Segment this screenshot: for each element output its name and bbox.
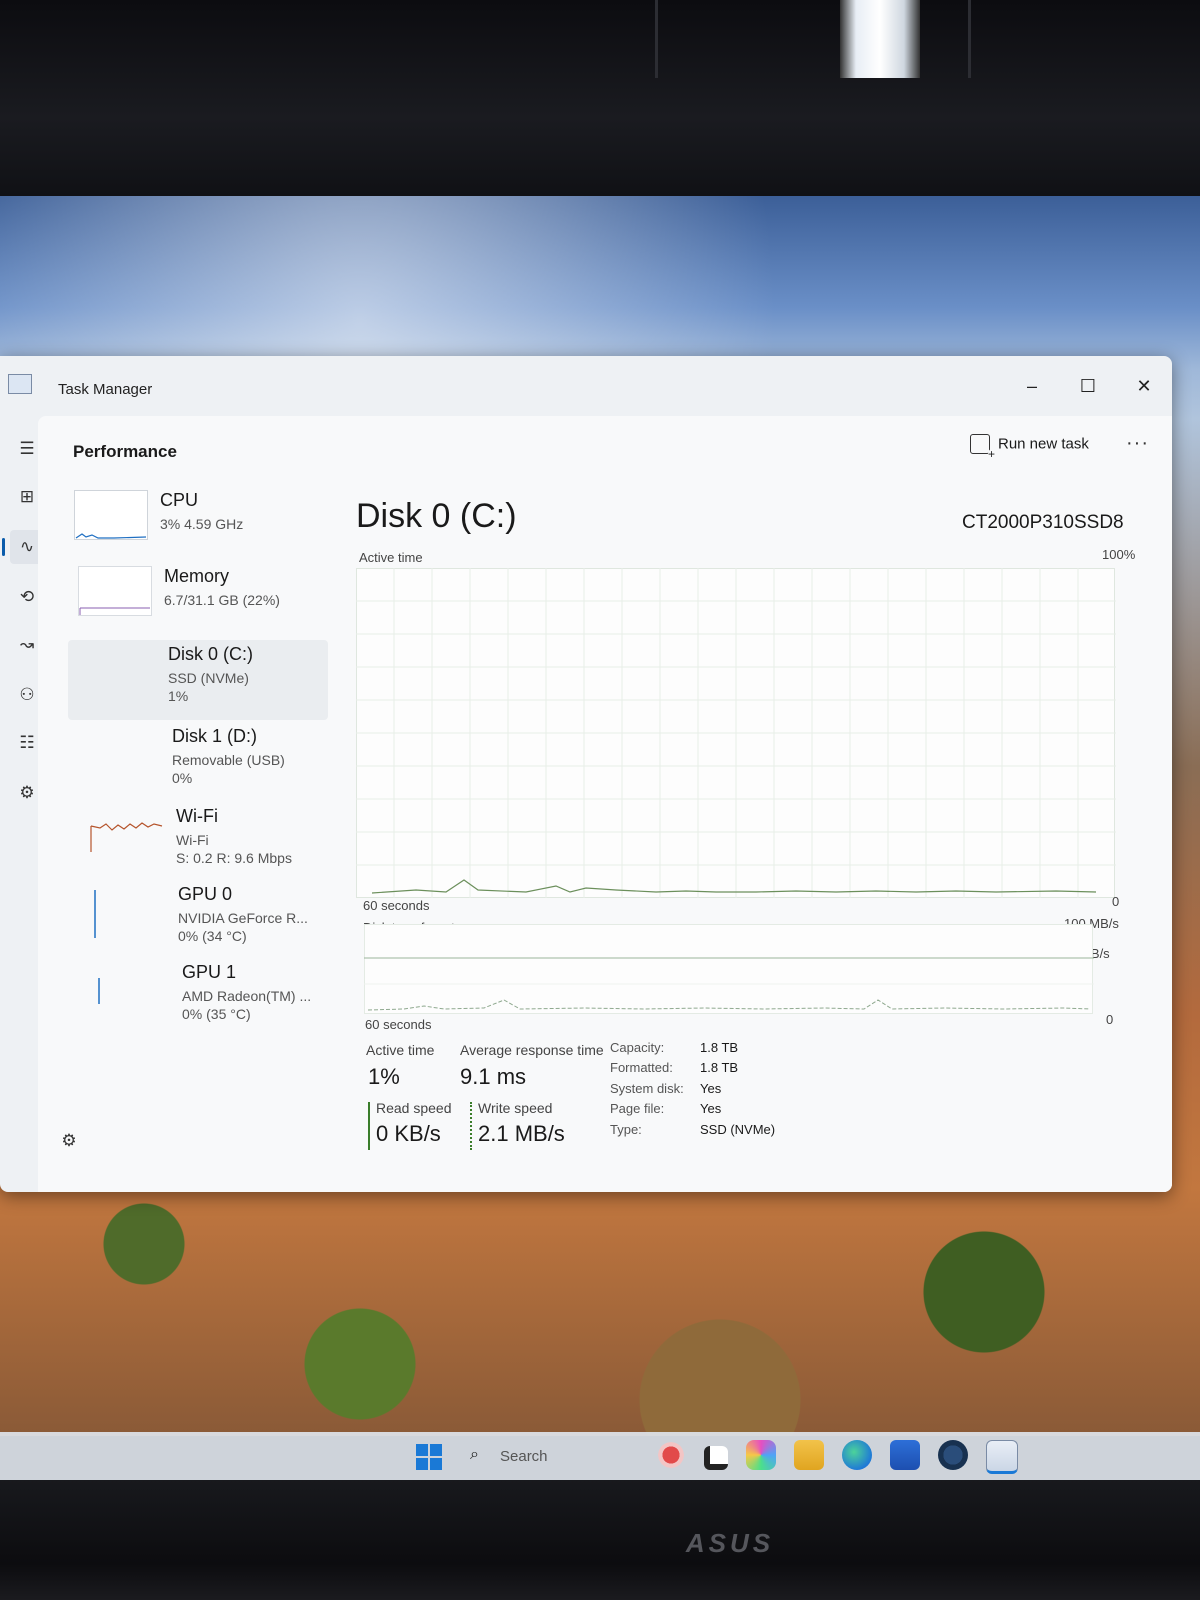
search-icon: ⌕	[470, 1446, 479, 1463]
run-task-icon	[970, 434, 996, 460]
property-key: Type:	[610, 1122, 642, 1137]
property-key: Capacity:	[610, 1040, 665, 1055]
write-speed-indicator	[470, 1102, 472, 1150]
task-manager-window: Task Manager – ☐ ✕ ☰ ⊞ ∿ ⟲ ↝ ⚇ ☷ ⚙ Perfo…	[0, 356, 1172, 1192]
page-title: Performance	[73, 442, 177, 461]
steam-icon[interactable]	[938, 1440, 968, 1470]
background-light	[840, 0, 920, 78]
device-detail: AMD Radeon(TM) ...	[182, 988, 312, 1004]
monitor-top-bezel	[0, 0, 1200, 196]
property-value: SSD (NVMe)	[700, 1122, 776, 1137]
device-item-memory[interactable]: Memory 6.7/31.1 GB (22%)	[68, 562, 328, 634]
minimize-button[interactable]: –	[1012, 370, 1052, 402]
edge-browser-icon[interactable]	[842, 1440, 872, 1470]
wallpaper-foliage	[0, 1196, 1200, 1436]
wifi-thumbnail-graph	[90, 822, 163, 852]
active-time-graph	[356, 568, 1116, 898]
transfer-min-label: 0	[1106, 1012, 1114, 1027]
property-value: 1.8 TB	[700, 1040, 739, 1055]
title-bar[interactable]: Task Manager – ☐ ✕	[0, 356, 1172, 416]
device-item-wifi[interactable]: Wi-Fi Wi-Fi S: 0.2 R: 9.6 Mbps	[68, 802, 328, 882]
taskbar-search[interactable]: ⌕ Search	[460, 1440, 630, 1472]
app-l-icon[interactable]	[704, 1446, 728, 1470]
device-name: Disk 1 (D:)	[172, 726, 257, 746]
device-item-gpu1[interactable]: GPU 1 AMD Radeon(TM) ... 0% (35 °C)	[68, 958, 328, 1038]
device-name: GPU 1	[182, 962, 237, 982]
active-time-stat-label: Active time	[366, 1042, 435, 1058]
device-name: GPU 0	[178, 884, 233, 904]
more-options-icon[interactable]: ···	[1126, 432, 1149, 455]
active-time-max-label: 100%	[1102, 547, 1136, 562]
active-nav-indicator	[2, 538, 5, 556]
device-usage: 1%	[168, 688, 189, 704]
property-key: System disk:	[610, 1081, 684, 1096]
device-item-gpu0[interactable]: GPU 0 NVIDIA GeForce R... 0% (34 °C)	[68, 880, 328, 960]
memory-thumbnail-graph	[78, 566, 152, 616]
device-name: Wi-Fi	[176, 806, 218, 826]
device-detail: 3% 4.59 GHz	[160, 516, 244, 532]
task-manager-taskbar-icon[interactable]	[986, 1440, 1018, 1474]
transfer-rate-graph	[364, 924, 1094, 1014]
start-button-windows-icon[interactable]	[416, 1444, 442, 1470]
device-name: CPU	[160, 490, 199, 510]
device-detail: SSD (NVMe)	[168, 670, 249, 686]
run-new-task-label: Run new task	[998, 435, 1089, 453]
device-item-disk1[interactable]: Disk 1 (D:) Removable (USB) 0%	[68, 722, 328, 802]
gpu0-thumbnail-graph	[94, 890, 96, 938]
seconds-label-2: 60 seconds	[365, 1017, 432, 1032]
search-placeholder: Search	[500, 1448, 548, 1465]
disk0-thumbnail-graph	[80, 644, 154, 694]
write-speed-value: 2.1 MB/s	[478, 1121, 565, 1146]
device-item-disk0[interactable]: Disk 0 (C:) SSD (NVMe) 1%	[68, 640, 328, 720]
device-usage: 0%	[172, 770, 193, 786]
property-value: Yes	[700, 1101, 722, 1116]
write-speed-label: Write speed	[478, 1100, 553, 1116]
active-time-stat-value: 1%	[368, 1064, 400, 1089]
device-detail: Removable (USB)	[172, 752, 285, 768]
maximize-button[interactable]: ☐	[1068, 370, 1108, 402]
monitor-bottom-bezel	[0, 1480, 1200, 1600]
device-usage: 0% (35 °C)	[182, 1006, 251, 1022]
widgets-flower-icon[interactable]	[656, 1440, 686, 1470]
settings-gear-icon[interactable]: ⚙	[52, 1124, 86, 1158]
device-detail: 6.7/31.1 GB (22%)	[164, 592, 280, 608]
taskbar-apps	[656, 1440, 1018, 1474]
active-time-min-label: 0	[1112, 894, 1120, 909]
active-time-graph-label: Active time	[359, 550, 423, 565]
task-manager-app-icon	[8, 374, 32, 394]
close-button[interactable]: ✕	[1124, 370, 1164, 402]
run-new-task-button[interactable]: Run new task	[970, 434, 1089, 466]
background-window-frame	[655, 0, 971, 78]
read-speed-label: Read speed	[376, 1100, 452, 1116]
property-key: Page file:	[610, 1101, 665, 1116]
gpu1-thumbnail-graph	[98, 978, 100, 1004]
seconds-label-1: 60 seconds	[363, 898, 430, 913]
avg-response-value: 9.1 ms	[460, 1064, 527, 1089]
device-detail: NVIDIA GeForce R...	[178, 910, 308, 926]
device-usage: 0% (34 °C)	[178, 928, 247, 944]
device-name: Memory	[164, 566, 230, 586]
avg-response-label: Average response time	[460, 1042, 604, 1058]
disk-model: CT2000P310SSD8	[962, 512, 1124, 533]
property-key: Formatted:	[610, 1060, 673, 1075]
property-value: Yes	[700, 1081, 722, 1096]
device-usage: S: 0.2 R: 9.6 Mbps	[176, 850, 292, 866]
cpu-thumbnail-graph	[74, 490, 148, 540]
microsoft-store-icon[interactable]	[890, 1440, 920, 1470]
asus-logo: ASUS	[685, 1528, 775, 1558]
copilot-icon[interactable]	[746, 1440, 776, 1470]
file-explorer-icon[interactable]	[794, 1440, 824, 1470]
device-name: Disk 0 (C:)	[168, 644, 253, 664]
device-detail: Wi-Fi	[176, 832, 209, 848]
read-speed-indicator	[368, 1102, 370, 1150]
property-value: 1.8 TB	[700, 1060, 739, 1075]
device-item-cpu[interactable]: CPU 3% 4.59 GHz	[68, 486, 328, 558]
read-speed-value: 0 KB/s	[376, 1121, 441, 1146]
performance-content: Performance Run new task ··· CPU 3% 4.59…	[38, 416, 1172, 1192]
window-title: Task Manager	[58, 381, 153, 398]
taskbar: ⌕ Search	[0, 1432, 1200, 1480]
disk-title: Disk 0 (C:)	[356, 497, 517, 535]
